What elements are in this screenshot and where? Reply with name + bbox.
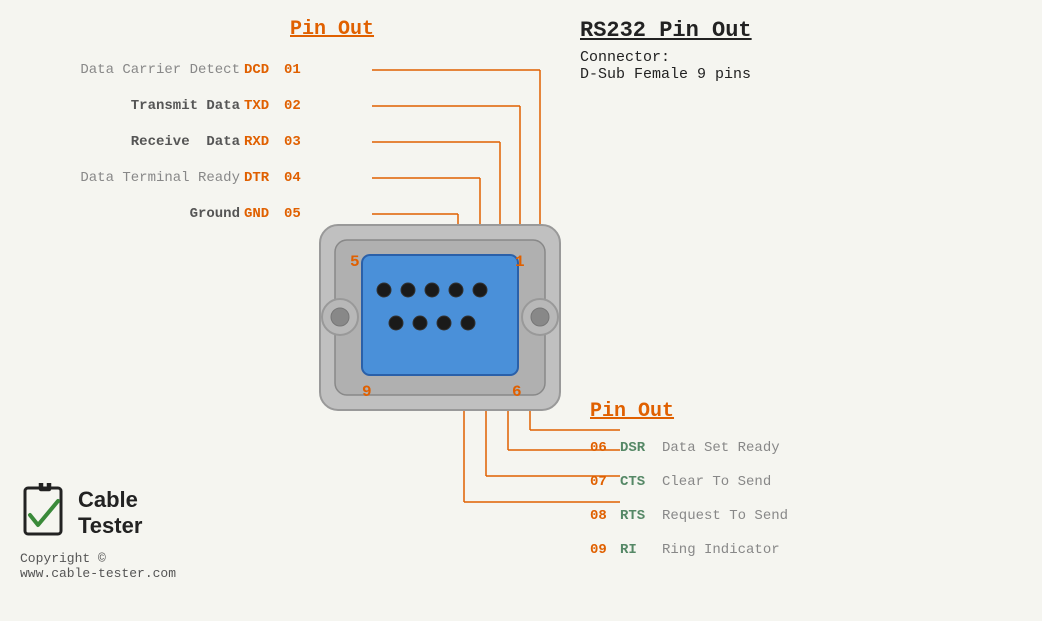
pin-05-abbr: GND	[244, 206, 284, 222]
logo-text: Cable Tester	[78, 487, 142, 540]
pin-08-desc: Request To Send	[662, 508, 788, 524]
pin-08-num: 08	[590, 508, 620, 524]
pin-01-desc: Data Carrier Detect	[10, 62, 240, 78]
pin-05-desc: Ground	[10, 206, 240, 222]
pin-row-09: 09 RI Ring Indicator	[590, 533, 788, 567]
corner-label-6: 6	[512, 383, 522, 401]
pin-row-08: 08 RTS Request To Send	[590, 499, 788, 533]
logo-area: Cable Tester Copyright © www.cable-teste…	[20, 483, 176, 581]
page-title: RS232 Pin Out	[580, 18, 752, 43]
pin-06-abbr: DSR	[620, 440, 662, 456]
pin-02-num: 02	[284, 98, 308, 114]
copyright-text: Copyright ©	[20, 551, 106, 566]
pin-row-03: Receive Data RXD 03	[10, 124, 308, 160]
pin-02-abbr: TXD	[244, 98, 284, 114]
logo-box: Cable Tester	[20, 483, 142, 543]
corner-label-5: 5	[350, 253, 360, 271]
pin-row-01: Data Carrier Detect DCD 01	[10, 52, 308, 88]
connector-diagram: 5 1 9 6	[290, 155, 590, 415]
connector-label: Connector: D-Sub Female 9 pins	[580, 49, 752, 83]
pin-09-num: 09	[590, 542, 620, 558]
pin-09-abbr: RI	[620, 542, 662, 558]
pin-out-label-bottom: Pin Out	[590, 400, 788, 423]
title-area: RS232 Pin Out Connector: D-Sub Female 9 …	[580, 18, 752, 83]
pin-07-num: 07	[590, 474, 620, 490]
pin-row-04: Data Terminal Ready DTR 04	[10, 160, 308, 196]
pin-row-07: 07 CTS Clear To Send	[590, 465, 788, 499]
logo-icon	[20, 483, 70, 543]
pin-out-label-top: Pin Out	[290, 18, 374, 41]
pin-row-05: Ground GND 05	[10, 196, 308, 232]
corner-label-9: 9	[362, 383, 372, 401]
right-pin-labels: Pin Out 06 DSR Data Set Ready 07 CTS Cle…	[590, 400, 788, 567]
corner-label-1: 1	[515, 253, 525, 271]
pin-07-desc: Clear To Send	[662, 474, 771, 490]
pin-01-num: 01	[284, 62, 308, 78]
left-pin-labels: Data Carrier Detect DCD 01 Transmit Data…	[10, 52, 308, 232]
pin-06-num: 06	[590, 440, 620, 456]
pin-row-06: 06 DSR Data Set Ready	[590, 431, 788, 465]
pin-03-desc: Receive Data	[10, 134, 240, 150]
pin-01-abbr: DCD	[244, 62, 284, 78]
pin-04-abbr: DTR	[244, 170, 284, 186]
pin-08-abbr: RTS	[620, 508, 662, 524]
pin-03-num: 03	[284, 134, 308, 150]
pin-row-02: Transmit Data TXD 02	[10, 88, 308, 124]
website-text: www.cable-tester.com	[20, 566, 176, 581]
pin-09-desc: Ring Indicator	[662, 542, 780, 558]
pin-06-desc: Data Set Ready	[662, 440, 780, 456]
pin-04-desc: Data Terminal Ready	[10, 170, 240, 186]
pin-03-abbr: RXD	[244, 134, 284, 150]
pin-07-abbr: CTS	[620, 474, 662, 490]
pin-02-desc: Transmit Data	[10, 98, 240, 114]
